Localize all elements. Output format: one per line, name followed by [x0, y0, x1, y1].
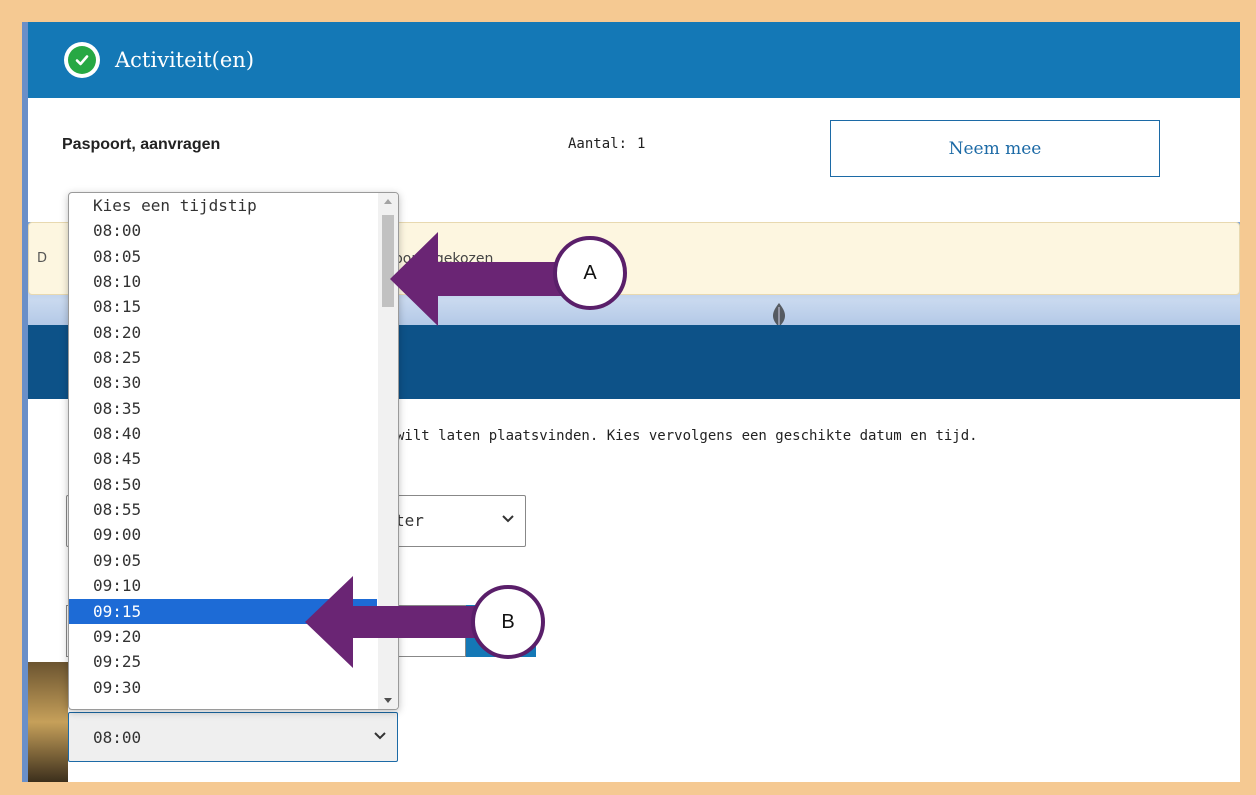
chevron-down-icon: [374, 732, 386, 740]
dropdown-option[interactable]: 08:20: [69, 320, 377, 345]
dropdown-option[interactable]: 08:25: [69, 345, 377, 370]
time-select[interactable]: 08:00: [68, 712, 398, 762]
background-building: [28, 662, 68, 782]
amount: Aantal: 1: [568, 136, 645, 152]
dropdown-option[interactable]: 08:15: [69, 294, 377, 319]
annotation-arrow-b: [305, 576, 480, 668]
scroll-down-icon[interactable]: [384, 698, 392, 703]
location-select-value: ter: [395, 511, 424, 530]
check-circle-icon: [64, 42, 100, 78]
dropdown-option[interactable]: 09:30: [69, 675, 377, 700]
activities-header: Activiteit(en): [28, 22, 1240, 98]
dropdown-option[interactable]: 08:00: [69, 218, 377, 243]
dropdown-option[interactable]: 09:05: [69, 548, 377, 573]
annotation-arrow-a: [390, 232, 565, 326]
annotation-callout-b: B: [471, 585, 545, 659]
dropdown-option[interactable]: 08:45: [69, 446, 377, 471]
time-select-value: 08:00: [93, 728, 142, 747]
scroll-up-icon[interactable]: [384, 199, 392, 204]
amount-value: 1: [637, 136, 646, 152]
dropdown-option[interactable]: 08:35: [69, 396, 377, 421]
activity-name: Paspoort, aanvragen: [62, 136, 221, 153]
header-title: Activiteit(en): [115, 48, 255, 72]
chevron-down-icon: [502, 515, 514, 523]
notice-prefix: D: [37, 251, 48, 266]
dropdown-option[interactable]: 08:55: [69, 497, 377, 522]
take-along-button[interactable]: Neem mee: [830, 120, 1160, 177]
dropdown-option[interactable]: Kies een tijdstip: [69, 193, 377, 218]
dropdown-option[interactable]: 09:00: [69, 522, 377, 547]
annotation-callout-a: A: [553, 236, 627, 310]
amount-label: Aantal:: [568, 136, 628, 152]
dropdown-option[interactable]: 08:40: [69, 421, 377, 446]
page-frame: Activiteit(en) Paspoort, aanvragen Aanta…: [22, 22, 1240, 782]
dropdown-option[interactable]: 08:30: [69, 370, 377, 395]
dropdown-option[interactable]: 08:50: [69, 472, 377, 497]
instructions-text: wilt laten plaatsvinden. Kies vervolgens…: [396, 428, 978, 444]
dropdown-option[interactable]: 08:10: [69, 269, 377, 294]
dropdown-option[interactable]: 08:05: [69, 244, 377, 269]
